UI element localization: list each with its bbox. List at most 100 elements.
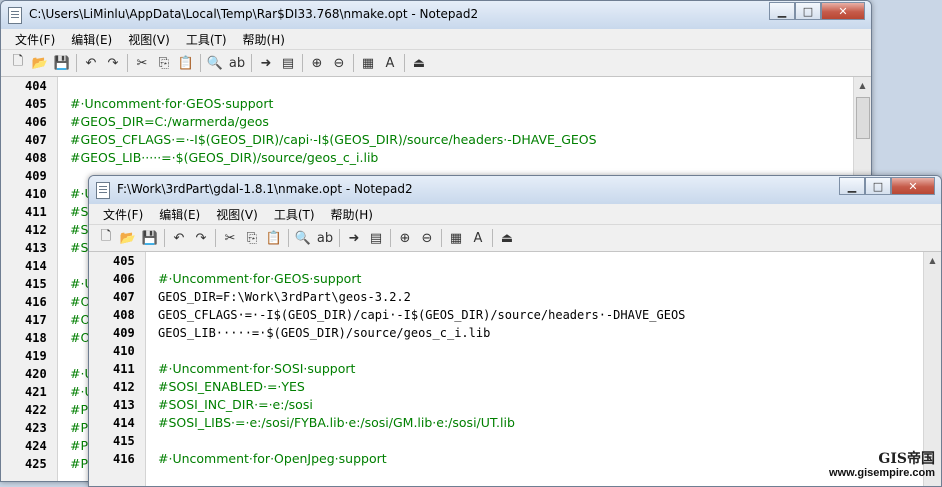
code-line[interactable]: GEOS_CFLAGS·=·-I$(GEOS_DIR)/capi·-I$(GEO…: [158, 306, 923, 324]
line-number: 405: [113, 254, 135, 268]
toolbar-separator: [251, 54, 252, 72]
menu-bar: 文件(F) 编辑(E) 视图(V) 工具(T) 帮助(H): [1, 29, 871, 50]
minimize-button[interactable]: ▁: [839, 177, 865, 195]
comment-line[interactable]: #GEOS_DIR=C:/warmerda/geos: [70, 113, 853, 131]
replace-icon[interactable]: ab: [226, 53, 248, 73]
line-number: 419: [25, 349, 47, 363]
code-line[interactable]: [158, 432, 923, 450]
copy-icon[interactable]: ⎘: [241, 228, 263, 248]
properties-icon[interactable]: ▤: [365, 228, 387, 248]
goto-icon[interactable]: ➜: [343, 228, 365, 248]
zoom-in-icon[interactable]: ⊕: [394, 228, 416, 248]
toolbar-separator: [302, 54, 303, 72]
save-icon[interactable]: 💾: [51, 53, 73, 73]
undo-icon[interactable]: ↶: [80, 53, 102, 73]
comment-line[interactable]: #·Uncomment·for·SOSI·support: [158, 360, 923, 378]
comment-line[interactable]: #SOSI_INC_DIR·=·e:/sosi: [158, 396, 923, 414]
paste-icon[interactable]: 📋: [175, 53, 197, 73]
minimize-button[interactable]: ▁: [769, 2, 795, 20]
notepad-app-icon: [8, 7, 22, 24]
menu-tools[interactable]: 工具(T): [178, 31, 235, 48]
undo-icon[interactable]: ↶: [168, 228, 190, 248]
cut-icon[interactable]: ✂: [219, 228, 241, 248]
font-icon[interactable]: A: [467, 228, 489, 248]
menu-tools[interactable]: 工具(T): [266, 206, 323, 223]
line-number-gutter: 404 405 406 407 408 409 410 411 412 413 414 415 416 4…: [1, 77, 58, 481]
notepad2-window-front[interactable]: F:\Work\3rdPart\gdal-1.8.1\nmake.opt - N…: [88, 175, 942, 487]
toolbar: 🗋 📂 💾 ↶ ↷ ✂ ⎘ 📋 🔍 ab ➜ ▤ ⊕ ⊖ ▦ A ⏏: [89, 225, 941, 252]
toolbar-separator: [288, 229, 289, 247]
schemes-icon[interactable]: ▦: [357, 53, 379, 73]
redo-icon[interactable]: ↷: [190, 228, 212, 248]
toolbar-separator: [404, 54, 405, 72]
cut-icon[interactable]: ✂: [131, 53, 153, 73]
line-number: 414: [113, 416, 135, 430]
toolbar: 🗋 📂 💾 ↶ ↷ ✂ ⎘ 📋 🔍 ab ➜ ▤ ⊕ ⊖ ▦ A ⏏: [1, 50, 871, 77]
comment-line[interactable]: #·Uncomment·for·OpenJpeg·support: [158, 450, 923, 468]
comment-line[interactable]: #GEOS_CFLAGS·=·-I$(GEOS_DIR)/capi·-I$(GE…: [70, 131, 853, 149]
comment-line[interactable]: #GEOS_LIB·····=·$(GEOS_DIR)/source/geos_…: [70, 149, 853, 167]
toolbar-separator: [200, 54, 201, 72]
code-line[interactable]: [158, 252, 923, 270]
title-bar[interactable]: C:\Users\LiMinlu\AppData\Local\Temp\Rar$…: [1, 1, 871, 29]
menu-view[interactable]: 视图(V): [120, 31, 178, 48]
maximize-button[interactable]: □: [865, 177, 891, 195]
comment-line[interactable]: #·Uncomment·for·GEOS·support: [70, 95, 853, 113]
line-number: 416: [113, 452, 135, 466]
exit-icon[interactable]: ⏏: [496, 228, 518, 248]
open-folder-icon[interactable]: 📂: [117, 228, 139, 248]
line-number: 409: [113, 326, 135, 340]
new-file-icon[interactable]: 🗋: [95, 228, 117, 248]
zoom-out-icon[interactable]: ⊖: [416, 228, 438, 248]
maximize-button[interactable]: □: [795, 2, 821, 20]
exit-icon[interactable]: ⏏: [408, 53, 430, 73]
menu-help[interactable]: 帮助(H): [235, 31, 293, 48]
title-bar[interactable]: F:\Work\3rdPart\gdal-1.8.1\nmake.opt - N…: [89, 176, 941, 204]
redo-icon[interactable]: ↷: [102, 53, 124, 73]
paste-icon[interactable]: 📋: [263, 228, 285, 248]
scroll-thumb[interactable]: [856, 97, 870, 139]
comment-line[interactable]: #SOSI_ENABLED·=·YES: [158, 378, 923, 396]
zoom-in-icon[interactable]: ⊕: [306, 53, 328, 73]
line-number: 415: [113, 434, 135, 448]
goto-icon[interactable]: ➜: [255, 53, 277, 73]
schemes-icon[interactable]: ▦: [445, 228, 467, 248]
new-file-icon[interactable]: 🗋: [7, 53, 29, 73]
menu-view[interactable]: 视图(V): [208, 206, 266, 223]
menu-file[interactable]: 文件(F): [7, 31, 63, 48]
toolbar-separator: [76, 54, 77, 72]
line-number: 417: [25, 313, 47, 327]
line-number: 408: [113, 308, 135, 322]
line-number: 412: [25, 223, 47, 237]
code-line[interactable]: GEOS_LIB·····=·$(GEOS_DIR)/source/geos_c…: [158, 324, 923, 342]
zoom-out-icon[interactable]: ⊖: [328, 53, 350, 73]
window-title: F:\Work\3rdPart\gdal-1.8.1\nmake.opt - N…: [117, 182, 413, 196]
code-line[interactable]: [158, 342, 923, 360]
menu-edit[interactable]: 编辑(E): [151, 206, 208, 223]
code-line[interactable]: [70, 77, 853, 95]
close-button[interactable]: ✕: [891, 177, 935, 195]
line-number: 411: [25, 205, 47, 219]
menu-edit[interactable]: 编辑(E): [63, 31, 120, 48]
scroll-up-icon[interactable]: ▲: [854, 77, 871, 94]
toolbar-separator: [164, 229, 165, 247]
save-icon[interactable]: 💾: [139, 228, 161, 248]
copy-icon[interactable]: ⎘: [153, 53, 175, 73]
find-icon[interactable]: 🔍: [204, 53, 226, 73]
comment-line[interactable]: #·Uncomment·for·GEOS·support: [158, 270, 923, 288]
open-folder-icon[interactable]: 📂: [29, 53, 51, 73]
line-number: 407: [25, 133, 47, 147]
code-area[interactable]: #·Uncomment·for·GEOS·support GEOS_DIR=F:\…: [146, 252, 923, 486]
find-icon[interactable]: 🔍: [292, 228, 314, 248]
menu-file[interactable]: 文件(F): [95, 206, 151, 223]
properties-icon[interactable]: ▤: [277, 53, 299, 73]
scroll-up-icon[interactable]: ▲: [924, 252, 941, 269]
menu-help[interactable]: 帮助(H): [323, 206, 381, 223]
editor-area[interactable]: 405 406 407 408 409 410 411 412 413 414 415 416 #·U…: [89, 252, 941, 486]
font-icon[interactable]: A: [379, 53, 401, 73]
code-line[interactable]: GEOS_DIR=F:\Work\3rdPart\geos-3.2.2: [158, 288, 923, 306]
replace-icon[interactable]: ab: [314, 228, 336, 248]
comment-line[interactable]: #SOSI_LIBS·=·e:/sosi/FYBA.lib·e:/sosi/GM…: [158, 414, 923, 432]
watermark-logo: GIS帝国: [878, 451, 935, 468]
close-button[interactable]: ✕: [821, 2, 865, 20]
